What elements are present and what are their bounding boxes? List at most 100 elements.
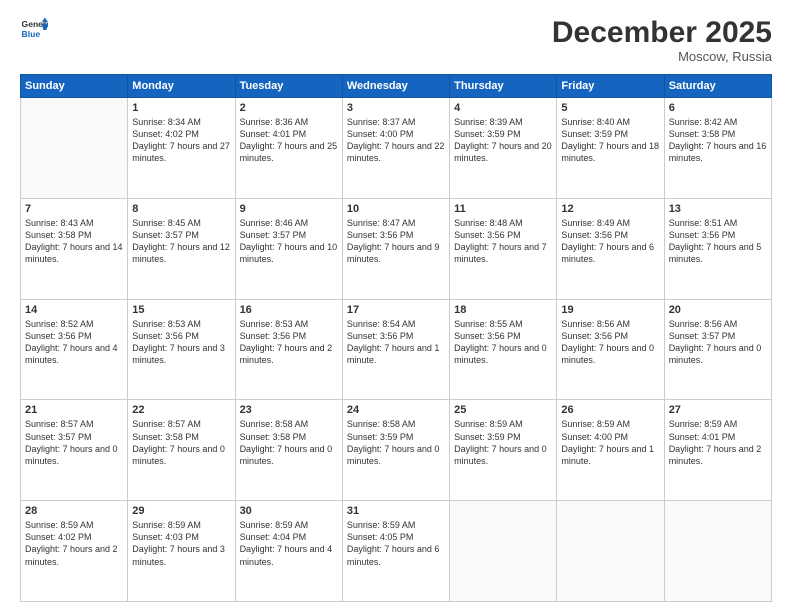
calendar-table: SundayMondayTuesdayWednesdayThursdayFrid… (20, 74, 772, 602)
calendar-cell: 30 Sunrise: 8:59 AMSunset: 4:04 PMDayligh… (235, 501, 342, 602)
day-number: 12 (561, 203, 659, 215)
day-info: Sunrise: 8:46 AMSunset: 3:57 PMDaylight:… (240, 217, 338, 266)
day-info: Sunrise: 8:53 AMSunset: 3:56 PMDaylight:… (240, 318, 338, 367)
day-info: Sunrise: 8:49 AMSunset: 3:56 PMDaylight:… (561, 217, 659, 266)
day-number: 29 (132, 505, 230, 517)
location-subtitle: Moscow, Russia (552, 49, 772, 64)
day-number: 5 (561, 102, 659, 114)
calendar-cell: 1 Sunrise: 8:34 AMSunset: 4:02 PMDaylight… (128, 98, 235, 199)
calendar-cell: 10Sunrise: 8:47 AMSunset: 3:56 PMDayligh… (342, 198, 449, 299)
day-info: Sunrise: 8:51 AMSunset: 3:56 PMDaylight:… (669, 217, 767, 266)
calendar-cell: 26 Sunrise: 8:59 AMSunset: 4:00 PMDayligh… (557, 400, 664, 501)
day-number: 26 (561, 404, 659, 416)
day-info: Sunrise: 8:43 AMSunset: 3:58 PMDaylight:… (25, 217, 123, 266)
day-number: 25 (454, 404, 552, 416)
day-info: Sunrise: 8:45 AMSunset: 3:57 PMDaylight:… (132, 217, 230, 266)
day-number: 20 (669, 304, 767, 316)
day-info: Sunrise: 8:59 AMSunset: 4:04 PMDaylight:… (240, 519, 338, 568)
weekday-header: Tuesday (235, 75, 342, 98)
day-info: Sunrise: 8:55 AMSunset: 3:56 PMDaylight:… (454, 318, 552, 367)
day-number: 9 (240, 203, 338, 215)
calendar-cell: 19 Sunrise: 8:56 AMSunset: 3:56 PMDayligh… (557, 299, 664, 400)
day-info: Sunrise: 8:56 AMSunset: 3:56 PMDaylight:… (561, 318, 659, 367)
calendar-cell: 25 Sunrise: 8:59 AMSunset: 3:59 PMDayligh… (450, 400, 557, 501)
day-info: Sunrise: 8:34 AMSunset: 4:02 PMDaylight:… (132, 116, 230, 165)
day-info: Sunrise: 8:57 AMSunset: 3:58 PMDaylight:… (132, 418, 230, 467)
day-number: 8 (132, 203, 230, 215)
day-info: Sunrise: 8:56 AMSunset: 3:57 PMDaylight:… (669, 318, 767, 367)
calendar-cell: 16 Sunrise: 8:53 AMSunset: 3:56 PMDayligh… (235, 299, 342, 400)
title-block: December 2025 Moscow, Russia (552, 16, 772, 64)
calendar-cell: 12 Sunrise: 8:49 AMSunset: 3:56 PMDayligh… (557, 198, 664, 299)
day-number: 22 (132, 404, 230, 416)
day-info: Sunrise: 8:59 AMSunset: 4:02 PMDaylight:… (25, 519, 123, 568)
calendar-cell: 31 Sunrise: 8:59 AMSunset: 4:05 PMDayligh… (342, 501, 449, 602)
day-number: 21 (25, 404, 123, 416)
day-number: 28 (25, 505, 123, 517)
day-info: Sunrise: 8:48 AMSunset: 3:56 PMDaylight:… (454, 217, 552, 266)
svg-text:Blue: Blue (22, 29, 41, 39)
day-info: Sunrise: 8:39 AMSunset: 3:59 PMDaylight:… (454, 116, 552, 165)
calendar-cell: 20 Sunrise: 8:56 AMSunset: 3:57 PMDayligh… (664, 299, 771, 400)
calendar-cell: 23 Sunrise: 8:58 AMSunset: 3:58 PMDayligh… (235, 400, 342, 501)
month-title: December 2025 (552, 16, 772, 49)
weekday-header: Friday (557, 75, 664, 98)
calendar-cell (21, 98, 128, 199)
calendar-cell: 3Sunrise: 8:37 AMSunset: 4:00 PMDaylight… (342, 98, 449, 199)
calendar-cell: 9 Sunrise: 8:46 AMSunset: 3:57 PMDaylight… (235, 198, 342, 299)
weekday-header: Sunday (21, 75, 128, 98)
day-number: 27 (669, 404, 767, 416)
calendar-cell (557, 501, 664, 602)
day-info: Sunrise: 8:59 AMSunset: 4:03 PMDaylight:… (132, 519, 230, 568)
day-info: Sunrise: 8:59 AMSunset: 4:05 PMDaylight:… (347, 519, 445, 568)
day-number: 24 (347, 404, 445, 416)
day-info: Sunrise: 8:40 AMSunset: 3:59 PMDaylight:… (561, 116, 659, 165)
day-number: 16 (240, 304, 338, 316)
day-number: 15 (132, 304, 230, 316)
day-info: Sunrise: 8:59 AMSunset: 3:59 PMDaylight:… (454, 418, 552, 467)
calendar-cell: 6 Sunrise: 8:42 AMSunset: 3:58 PMDaylight… (664, 98, 771, 199)
day-info: Sunrise: 8:37 AMSunset: 4:00 PMDaylight:… (347, 116, 445, 165)
calendar-cell: 21 Sunrise: 8:57 AMSunset: 3:57 PMDayligh… (21, 400, 128, 501)
day-number: 30 (240, 505, 338, 517)
day-number: 6 (669, 102, 767, 114)
day-number: 14 (25, 304, 123, 316)
day-info: Sunrise: 8:53 AMSunset: 3:56 PMDaylight:… (132, 318, 230, 367)
calendar-cell: 15 Sunrise: 8:53 AMSunset: 3:56 PMDayligh… (128, 299, 235, 400)
day-info: Sunrise: 8:59 AMSunset: 4:00 PMDaylight:… (561, 418, 659, 467)
calendar-cell (450, 501, 557, 602)
calendar-cell: 24Sunrise: 8:58 AMSunset: 3:59 PMDayligh… (342, 400, 449, 501)
day-number: 1 (132, 102, 230, 114)
day-info: Sunrise: 8:47 AMSunset: 3:56 PMDaylight:… (347, 217, 445, 266)
day-info: Sunrise: 8:36 AMSunset: 4:01 PMDaylight:… (240, 116, 338, 165)
calendar-cell: 18 Sunrise: 8:55 AMSunset: 3:56 PMDayligh… (450, 299, 557, 400)
day-number: 2 (240, 102, 338, 114)
day-info: Sunrise: 8:54 AMSunset: 3:56 PMDaylight:… (347, 318, 445, 367)
logo-icon: General Blue (20, 16, 48, 44)
weekday-header: Saturday (664, 75, 771, 98)
calendar-cell: 14 Sunrise: 8:52 AMSunset: 3:56 PMDayligh… (21, 299, 128, 400)
logo: General Blue (20, 16, 48, 44)
day-info: Sunrise: 8:52 AMSunset: 3:56 PMDaylight:… (25, 318, 123, 367)
calendar-cell: 13 Sunrise: 8:51 AMSunset: 3:56 PMDayligh… (664, 198, 771, 299)
calendar-cell: 29 Sunrise: 8:59 AMSunset: 4:03 PMDayligh… (128, 501, 235, 602)
page: General Blue December 2025 Moscow, Russi… (0, 0, 792, 612)
calendar-cell: 28 Sunrise: 8:59 AMSunset: 4:02 PMDayligh… (21, 501, 128, 602)
calendar-cell: 7 Sunrise: 8:43 AMSunset: 3:58 PMDaylight… (21, 198, 128, 299)
day-number: 23 (240, 404, 338, 416)
day-number: 13 (669, 203, 767, 215)
day-number: 19 (561, 304, 659, 316)
calendar-cell: 8 Sunrise: 8:45 AMSunset: 3:57 PMDaylight… (128, 198, 235, 299)
day-info: Sunrise: 8:58 AMSunset: 3:58 PMDaylight:… (240, 418, 338, 467)
calendar-cell: 4Sunrise: 8:39 AMSunset: 3:59 PMDaylight… (450, 98, 557, 199)
day-info: Sunrise: 8:42 AMSunset: 3:58 PMDaylight:… (669, 116, 767, 165)
calendar-cell: 5 Sunrise: 8:40 AMSunset: 3:59 PMDaylight… (557, 98, 664, 199)
day-number: 18 (454, 304, 552, 316)
day-info: Sunrise: 8:57 AMSunset: 3:57 PMDaylight:… (25, 418, 123, 467)
calendar-cell: 27Sunrise: 8:59 AMSunset: 4:01 PMDayligh… (664, 400, 771, 501)
header: General Blue December 2025 Moscow, Russi… (20, 16, 772, 64)
weekday-header: Thursday (450, 75, 557, 98)
calendar-cell: 11Sunrise: 8:48 AMSunset: 3:56 PMDayligh… (450, 198, 557, 299)
day-number: 31 (347, 505, 445, 517)
day-number: 7 (25, 203, 123, 215)
